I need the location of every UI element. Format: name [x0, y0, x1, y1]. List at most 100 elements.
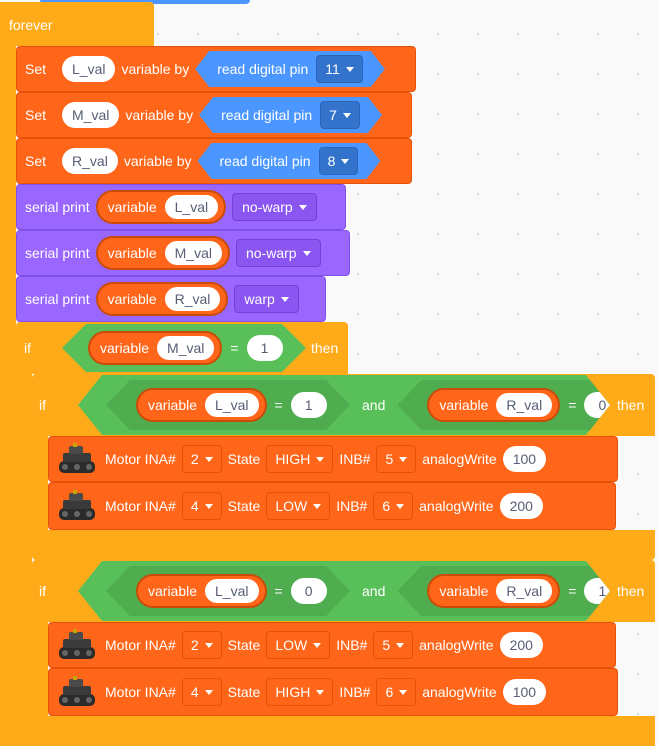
variable-reporter[interactable]: variable M_val	[88, 331, 222, 365]
state-dropdown[interactable]: HIGH	[266, 445, 334, 473]
read-digital-pin-reporter[interactable]: read digital pin 8	[198, 143, 381, 179]
if-label: if	[24, 340, 31, 356]
variable-name-field[interactable]: M_val	[157, 336, 214, 360]
chevron-down-icon	[346, 67, 354, 72]
state-label: State	[227, 451, 261, 467]
equals-operator-block[interactable]: variable M_val = 1	[62, 324, 306, 372]
inb-value: 6	[382, 498, 391, 514]
set-variable-block-2[interactable]: Set M_val variable by read digital pin 7	[16, 92, 412, 138]
variable-by-label: variable by	[123, 153, 192, 169]
variable-reporter[interactable]: variable R_val	[427, 388, 560, 422]
equals-sign: =	[274, 397, 283, 413]
then-label: then	[311, 340, 339, 356]
variable-reporter[interactable]: variable L_val	[95, 190, 227, 224]
set-variable-block-1[interactable]: Set L_val variable by read digital pin 1…	[16, 46, 416, 92]
motor-block-4[interactable]: Motor INA# 4 State HIGH INB# 6 analogWri…	[48, 668, 618, 716]
robot-car-icon	[55, 441, 99, 477]
equals-operator-block[interactable]: variable R_val = 0	[397, 380, 619, 430]
variable-name-field[interactable]: L_val	[62, 56, 116, 82]
variable-label: variable	[107, 199, 157, 215]
equals-operator-block[interactable]: variable L_val = 0	[106, 566, 350, 616]
state-dropdown[interactable]: HIGH	[266, 678, 334, 706]
read-digital-pin-reporter[interactable]: read digital pin 11	[195, 51, 385, 87]
chevron-down-icon	[302, 250, 311, 256]
analog-write-value-field[interactable]: 100	[502, 679, 547, 705]
variable-name-field[interactable]: R_val	[62, 148, 118, 174]
equals-sign: =	[568, 583, 577, 599]
analog-write-value-field[interactable]: 200	[499, 632, 543, 658]
variable-name-field[interactable]: R_val	[496, 393, 552, 417]
variable-reporter[interactable]: variable L_val	[136, 574, 267, 608]
analog-write-label: analogWrite	[419, 498, 494, 514]
variable-name-field[interactable]: L_val	[164, 195, 219, 219]
if-block-inner-2-arm	[32, 616, 48, 716]
compare-value-field[interactable]: 0	[291, 578, 327, 604]
variable-name-field[interactable]: L_val	[205, 393, 258, 417]
motor-block-2[interactable]: Motor INA# 4 State LOW INB# 6 analogWrit…	[48, 482, 616, 530]
compare-value-field[interactable]: 1	[291, 392, 327, 418]
variable-name-field[interactable]: R_val	[164, 287, 221, 311]
then-label: then	[617, 397, 645, 413]
read-digital-pin-label: read digital pin	[217, 61, 309, 77]
ina-dropdown[interactable]: 2	[181, 445, 222, 473]
set-variable-block-3[interactable]: Set R_val variable by read digital pin 8	[16, 138, 412, 184]
if-block-main-arm	[16, 370, 32, 746]
inb-value: 6	[385, 684, 394, 700]
set-label: Set	[25, 61, 47, 77]
variable-reporter[interactable]: variable M_val	[95, 236, 230, 270]
warp-mode-dropdown[interactable]: no-warp	[235, 239, 321, 267]
serial-print-block-2[interactable]: serial print variable M_val no-warp	[16, 230, 350, 276]
robot-car-icon	[55, 674, 99, 710]
inb-dropdown[interactable]: 5	[376, 445, 417, 473]
motor-block-1[interactable]: Motor INA# 2 State HIGH INB# 5 analogWri…	[48, 436, 618, 482]
state-value: HIGH	[275, 684, 311, 700]
set-label: Set	[25, 153, 47, 169]
chevron-down-icon	[280, 296, 289, 302]
variable-name-field[interactable]: L_val	[205, 579, 258, 603]
inb-dropdown[interactable]: 6	[373, 492, 414, 520]
inb-dropdown[interactable]: 6	[376, 678, 417, 706]
pin-value: 7	[329, 107, 337, 123]
equals-operator-block[interactable]: variable R_val = 1	[397, 566, 619, 616]
pin-dropdown[interactable]: 8	[319, 147, 359, 175]
variable-name-field[interactable]: M_val	[62, 102, 120, 128]
serial-print-block-1[interactable]: serial print variable L_val no-warp	[16, 184, 346, 230]
chevron-down-icon	[399, 456, 408, 462]
warp-mode-value: warp	[244, 291, 275, 307]
compare-value-field[interactable]: 1	[247, 335, 283, 361]
state-dropdown[interactable]: LOW	[266, 631, 331, 659]
equals-sign: =	[274, 583, 283, 599]
variable-name-field[interactable]: M_val	[164, 241, 222, 265]
ina-dropdown[interactable]: 2	[181, 631, 222, 659]
serial-print-label: serial print	[25, 245, 90, 261]
read-digital-pin-label: read digital pin	[219, 153, 311, 169]
analog-write-value-field[interactable]: 200	[499, 493, 543, 519]
and-label: and	[362, 397, 386, 413]
inb-value: 5	[385, 451, 394, 467]
ina-dropdown[interactable]: 4	[181, 492, 222, 520]
variable-name-field[interactable]: R_val	[496, 579, 552, 603]
variable-by-label: variable by	[125, 107, 194, 123]
serial-print-block-3[interactable]: serial print variable R_val warp	[16, 276, 326, 322]
forever-label: forever	[9, 17, 53, 33]
chevron-down-icon	[204, 503, 213, 509]
inb-label: INB#	[339, 451, 371, 467]
inb-dropdown[interactable]: 5	[373, 631, 414, 659]
equals-operator-block[interactable]: variable L_val = 1	[106, 380, 350, 430]
read-digital-pin-reporter[interactable]: read digital pin 7	[199, 97, 382, 133]
ina-dropdown[interactable]: 4	[181, 678, 222, 706]
warp-mode-dropdown[interactable]: no-warp	[232, 193, 317, 221]
variable-reporter[interactable]: variable R_val	[427, 574, 560, 608]
state-dropdown[interactable]: LOW	[266, 492, 331, 520]
pin-dropdown[interactable]: 7	[320, 101, 360, 129]
motor-ina-label: Motor INA#	[105, 637, 176, 653]
variable-reporter[interactable]: variable R_val	[95, 282, 229, 316]
chevron-down-icon	[313, 503, 322, 509]
and-operator-block[interactable]: variable L_val = 1 and variable R_val = …	[78, 375, 610, 435]
and-operator-block[interactable]: variable L_val = 0 and variable R_val = …	[78, 561, 610, 621]
warp-mode-dropdown[interactable]: warp	[234, 285, 299, 313]
pin-dropdown[interactable]: 11	[316, 55, 363, 83]
motor-block-3[interactable]: Motor INA# 2 State LOW INB# 5 analogWrit…	[48, 622, 616, 668]
analog-write-value-field[interactable]: 100	[502, 446, 547, 472]
variable-reporter[interactable]: variable L_val	[136, 388, 267, 422]
